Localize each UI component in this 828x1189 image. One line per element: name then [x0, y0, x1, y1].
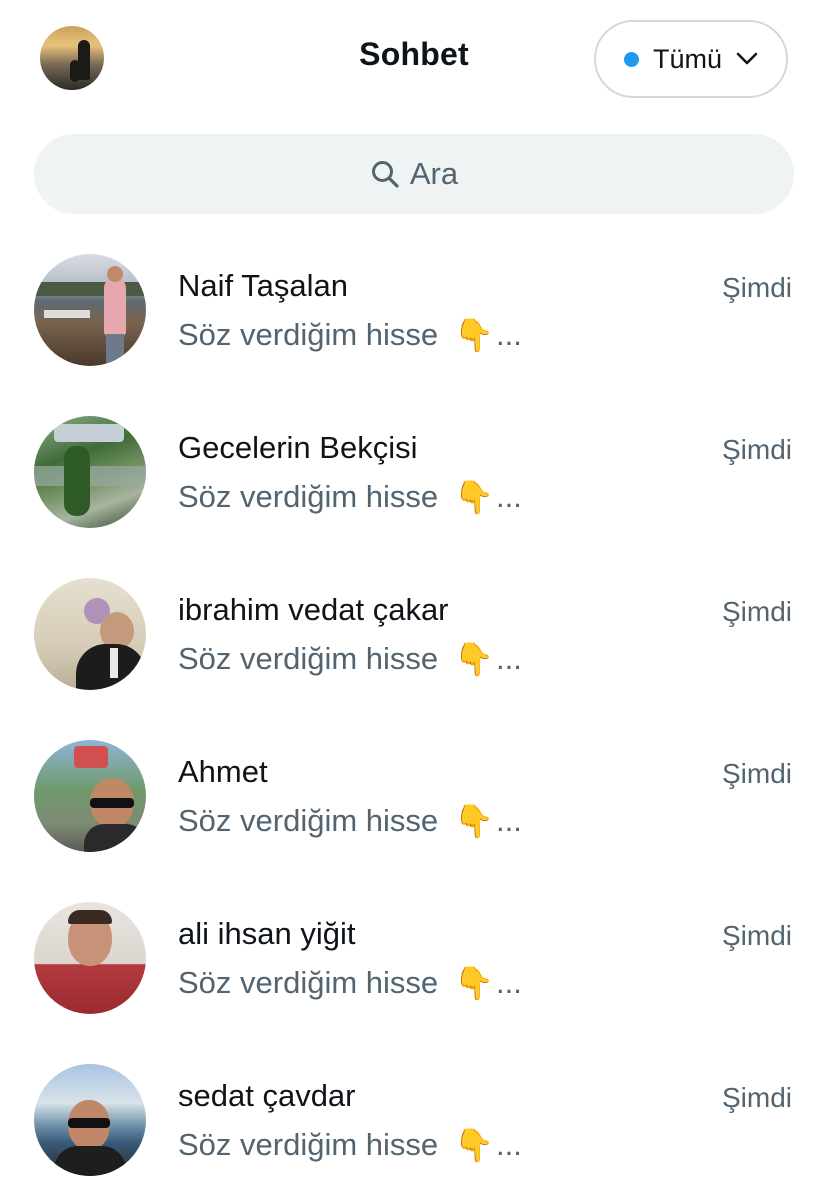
contact-name: Ahmet — [178, 754, 268, 789]
conversation-row[interactable]: ibrahim vedat çakar Şimdi Söz verdiğim h… — [0, 554, 828, 716]
contact-name: ibrahim vedat çakar — [178, 592, 449, 627]
pointing-down-icon: 👇 — [454, 317, 494, 353]
message-preview: Söz verdiğim hisse 👇 ... — [178, 478, 522, 516]
timestamp: Şimdi — [721, 272, 792, 303]
avatar[interactable] — [34, 578, 146, 690]
contact-name: ali ihsan yiğit — [178, 916, 356, 951]
contact-name: Naif Taşalan — [178, 268, 349, 303]
chevron-down-icon — [736, 52, 758, 65]
pointing-down-icon: 👇 — [454, 965, 494, 1001]
avatar[interactable] — [34, 416, 146, 528]
conversation-row[interactable]: sedat çavdar Şimdi Söz verdiğim hisse 👇 … — [0, 1040, 828, 1189]
message-preview: Söz verdiğim hisse 👇 ... — [178, 640, 522, 678]
timestamp: Şimdi — [721, 920, 792, 951]
message-preview: Söz verdiğim hisse 👇 ... — [178, 1126, 522, 1164]
status-dot-icon — [623, 51, 639, 67]
filter-label: Tümü — [652, 43, 723, 74]
ellipsis: ... — [496, 317, 522, 352]
preview-text: Söz verdiğim hisse — [178, 317, 439, 352]
contact-name: sedat çavdar — [178, 1078, 356, 1113]
preview-text: Söz verdiğim hisse — [178, 479, 439, 514]
timestamp: Şimdi — [721, 434, 792, 465]
avatar[interactable] — [34, 740, 146, 852]
pointing-down-icon: 👇 — [454, 641, 494, 677]
search-icon — [371, 161, 399, 188]
ellipsis: ... — [496, 803, 522, 838]
search-placeholder: Ara — [409, 156, 459, 191]
conversation-row[interactable]: ali ihsan yiğit Şimdi Söz verdiğim hisse… — [0, 878, 828, 1040]
contact-name: Gecelerin Bekçisi — [178, 430, 418, 465]
pointing-down-icon: 👇 — [454, 1127, 494, 1163]
ellipsis: ... — [496, 965, 522, 1000]
top-bar: Sohbet Tümü — [0, 0, 828, 116]
message-preview: Söz verdiğim hisse 👇 ... — [178, 964, 522, 1002]
pointing-down-icon: 👇 — [454, 803, 494, 839]
ellipsis: ... — [496, 1127, 522, 1162]
conversation-row[interactable]: Gecelerin Bekçisi Şimdi Söz verdiğim his… — [0, 392, 828, 554]
ellipsis: ... — [496, 641, 522, 676]
avatar[interactable] — [34, 902, 146, 1014]
pointing-down-icon: 👇 — [454, 479, 494, 515]
avatar[interactable] — [34, 1064, 146, 1176]
conversation-row[interactable]: Naif Taşalan Şimdi Söz verdiğim hisse 👇 … — [0, 230, 828, 392]
ellipsis: ... — [496, 479, 522, 514]
search-input[interactable]: Ara — [34, 134, 794, 214]
message-preview: Söz verdiğim hisse 👇 ... — [178, 802, 522, 840]
preview-text: Söz verdiğim hisse — [178, 965, 439, 1000]
message-preview: Söz verdiğim hisse 👇 ... — [178, 316, 522, 354]
timestamp: Şimdi — [721, 758, 792, 789]
filter-dropdown-button[interactable]: Tümü — [594, 20, 788, 98]
timestamp: Şimdi — [721, 596, 792, 627]
preview-text: Söz verdiğim hisse — [178, 1127, 439, 1162]
preview-text: Söz verdiğim hisse — [178, 641, 439, 676]
conversation-row[interactable]: Ahmet Şimdi Söz verdiğim hisse 👇 ... — [0, 716, 828, 878]
preview-text: Söz verdiğim hisse — [178, 803, 439, 838]
timestamp: Şimdi — [721, 1082, 792, 1113]
avatar[interactable] — [34, 254, 146, 366]
